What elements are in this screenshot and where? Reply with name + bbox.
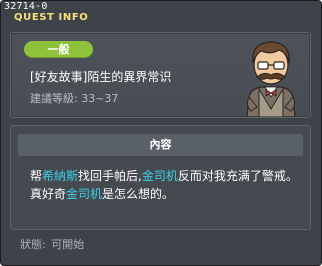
npc-portrait-icon — [246, 41, 296, 117]
npc-link-driver[interactable]: 金司机 — [142, 169, 178, 183]
status-label: 狀態: — [20, 238, 46, 251]
quest-name: [好友故事]陌生的異界常识 — [30, 70, 172, 84]
level-range: 33~37 — [81, 92, 119, 105]
desc-text-2: 找回手帕后, — [78, 169, 142, 183]
category-badge: 一般 — [24, 41, 93, 58]
content-header: 內容 — [18, 134, 303, 156]
level-label: 建議等級: — [30, 92, 78, 105]
npc-link-driver-2[interactable]: 金司机 — [66, 187, 102, 201]
status-value: 可開始 — [51, 238, 85, 251]
quest-summary-panel: 一般 [好友故事]陌生的異界常识 建議等級: 33~37 — [10, 32, 311, 118]
recommended-level: 建議等級: 33~37 — [30, 91, 118, 106]
window-title: QUEST INFO — [14, 12, 89, 23]
desc-text-1: 帮 — [30, 169, 43, 183]
quest-status: 狀態: 可開始 — [20, 237, 86, 252]
quest-description: 帮希納斯找回手帕后,金司机反而对我充满了警戒。真好奇金司机是怎么想的。 — [30, 167, 300, 203]
desc-text-4: 是怎么想的。 — [102, 187, 175, 201]
quest-content-panel: 內容 帮希納斯找回手帕后,金司机反而对我充满了警戒。真好奇金司机是怎么想的。 — [10, 125, 311, 230]
quest-info-window: 32714-0 QUEST INFO 一般 [好友故事]陌生的異界常识 建議等級… — [0, 0, 322, 266]
npc-link-sinas[interactable]: 希納斯 — [42, 169, 78, 183]
